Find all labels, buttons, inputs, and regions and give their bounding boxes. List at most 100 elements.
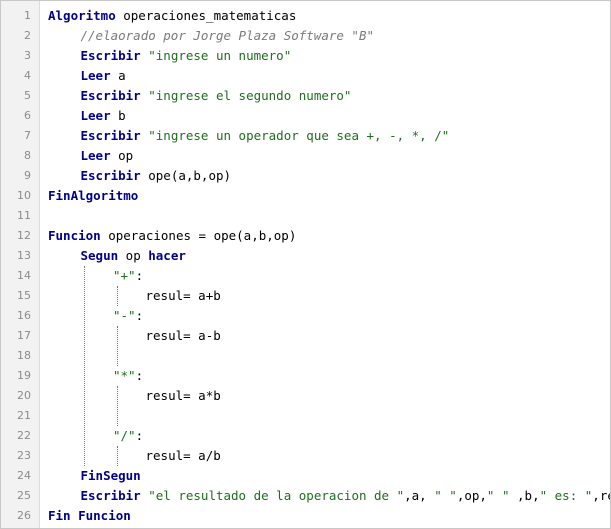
string-token: "-" bbox=[113, 308, 136, 323]
keyword-token: Fin Funcion bbox=[48, 508, 131, 523]
code-line[interactable]: 25 Escribir "el resultado de la operacion… bbox=[1, 486, 610, 506]
line-number: 9 bbox=[24, 169, 31, 182]
line-number: 24 bbox=[17, 469, 31, 482]
code-token: : bbox=[135, 368, 144, 383]
keyword-token: FinAlgoritmo bbox=[48, 188, 139, 203]
code-token: ,resul bbox=[592, 488, 610, 503]
code-line[interactable]: 8 Leer op bbox=[1, 146, 610, 166]
line-number: 4 bbox=[24, 69, 31, 82]
line-number: 5 bbox=[24, 89, 31, 102]
code-editor[interactable]: 1 Algoritmo operaciones_matematicas 2 //ela… bbox=[0, 0, 611, 529]
keyword-token: Escribir bbox=[80, 48, 141, 63]
code-text[interactable]: resul= a/b bbox=[146, 446, 221, 466]
code-text[interactable]: Funcion operaciones = ope(a,b,op) bbox=[48, 226, 296, 246]
code-line[interactable]: 12 Funcion operaciones = ope(a,b,op) bbox=[1, 226, 610, 246]
string-token: "/" bbox=[113, 428, 136, 443]
code-text[interactable]: Escribir "el resultado de la operacion d… bbox=[81, 486, 611, 506]
line-number: 12 bbox=[17, 229, 31, 242]
line-number: 22 bbox=[17, 429, 31, 442]
code-text[interactable]: Leer op bbox=[81, 146, 134, 166]
string-token: "*" bbox=[113, 368, 136, 383]
string-token: "el resultado de la operacion de " bbox=[148, 488, 405, 503]
code-text[interactable]: resul= a+b bbox=[146, 286, 221, 306]
code-text[interactable]: Leer a bbox=[81, 66, 126, 86]
code-text[interactable]: Escribir "ingrese un numero" bbox=[81, 46, 292, 66]
code-text[interactable]: Escribir "ingrese el segundo numero" bbox=[81, 86, 352, 106]
line-number: 14 bbox=[17, 269, 31, 282]
code-text[interactable]: FinSegun bbox=[81, 466, 141, 486]
code-text[interactable]: Algoritmo operaciones_matematicas bbox=[48, 6, 296, 26]
code-token: op bbox=[110, 148, 134, 163]
line-number: 10 bbox=[17, 189, 31, 202]
code-line[interactable]: 13 Segun op hacer bbox=[1, 246, 610, 266]
string-token: "ingrese un numero" bbox=[148, 48, 292, 63]
line-number: 17 bbox=[17, 329, 31, 342]
keyword-token: Algoritmo bbox=[48, 8, 116, 23]
code-text[interactable]: "-": bbox=[113, 306, 143, 326]
code-line[interactable]: 21 bbox=[1, 406, 610, 426]
code-line[interactable]: 16 "-": bbox=[1, 306, 610, 326]
code-text[interactable]: Segun op hacer bbox=[81, 246, 186, 266]
keyword-token: Escribir bbox=[80, 128, 141, 143]
code-text[interactable]: Escribir ope(a,b,op) bbox=[81, 166, 232, 186]
string-token: " es: " bbox=[539, 488, 593, 503]
code-line[interactable]: 5 Escribir "ingrese el segundo numero" bbox=[1, 86, 610, 106]
code-text[interactable]: Escribir "ingrese un operador que sea +,… bbox=[81, 126, 450, 146]
code-line[interactable]: 9 Escribir ope(a,b,op) bbox=[1, 166, 610, 186]
comment-token: //elaorado por Jorge Plaza Software "B" bbox=[80, 28, 375, 43]
code-text[interactable]: "*": bbox=[113, 366, 143, 386]
code-text[interactable]: "/": bbox=[113, 426, 143, 446]
code-line[interactable]: 10 FinAlgoritmo bbox=[1, 186, 610, 206]
code-text[interactable]: "+": bbox=[113, 266, 143, 286]
code-token: b bbox=[110, 108, 126, 123]
code-lines[interactable]: 1 Algoritmo operaciones_matematicas 2 //ela… bbox=[1, 6, 610, 526]
keyword-token: hacer bbox=[148, 248, 186, 263]
code-line[interactable]: 2 //elaorado por Jorge Plaza Software "B" bbox=[1, 26, 610, 46]
code-text[interactable]: //elaorado por Jorge Plaza Software "B" bbox=[81, 26, 375, 46]
line-number: 25 bbox=[17, 489, 31, 502]
code-line[interactable]: 1 Algoritmo operaciones_matematicas bbox=[1, 6, 610, 26]
code-line[interactable]: 18 bbox=[1, 346, 610, 366]
code-token: ope(a,b,op) bbox=[140, 168, 232, 183]
line-number: 19 bbox=[17, 369, 31, 382]
code-line[interactable]: 11 bbox=[1, 206, 610, 226]
code-text[interactable]: Fin Funcion bbox=[48, 506, 131, 526]
code-line[interactable]: 6 Leer b bbox=[1, 106, 610, 126]
code-line[interactable]: 24 FinSegun bbox=[1, 466, 610, 486]
code-text[interactable]: FinAlgoritmo bbox=[48, 186, 138, 206]
code-line[interactable]: 22 "/": bbox=[1, 426, 610, 446]
line-number: 26 bbox=[17, 509, 31, 522]
code-token: resul= a-b bbox=[145, 328, 221, 343]
line-number: 15 bbox=[17, 289, 31, 302]
code-token: : bbox=[135, 428, 144, 443]
line-number: 23 bbox=[17, 449, 31, 462]
code-line[interactable]: 26 Fin Funcion bbox=[1, 506, 610, 526]
keyword-token: FinSegun bbox=[80, 468, 141, 483]
line-number: 18 bbox=[17, 349, 31, 362]
code-token: ,a, bbox=[404, 488, 435, 503]
code-line[interactable]: 19 "*": bbox=[1, 366, 610, 386]
indent-guide-case-minus bbox=[117, 326, 118, 366]
code-line[interactable]: 20 resul= a*b bbox=[1, 386, 610, 406]
code-line[interactable]: 17 resul= a-b bbox=[1, 326, 610, 346]
indent-guide-case-plus bbox=[117, 286, 118, 306]
code-line[interactable]: 23 resul= a/b bbox=[1, 446, 610, 466]
string-token: " " bbox=[486, 488, 510, 503]
code-token: ,b, bbox=[509, 488, 540, 503]
code-text[interactable]: Leer b bbox=[81, 106, 126, 126]
line-number: 8 bbox=[24, 149, 31, 162]
keyword-token: Leer bbox=[80, 148, 111, 163]
code-token: operaciones = ope(a,b,op) bbox=[100, 228, 297, 243]
code-line[interactable]: 15 resul= a+b bbox=[1, 286, 610, 306]
code-token: resul= a+b bbox=[145, 288, 221, 303]
code-line[interactable]: 14 "+": bbox=[1, 266, 610, 286]
line-number: 6 bbox=[24, 109, 31, 122]
keyword-token: Leer bbox=[80, 68, 111, 83]
code-text[interactable]: resul= a*b bbox=[146, 386, 221, 406]
string-token: "ingrese un operador que sea +, -, *, /" bbox=[148, 128, 450, 143]
code-line[interactable]: 7 Escribir "ingrese un operador que sea +… bbox=[1, 126, 610, 146]
code-line[interactable]: 4 Leer a bbox=[1, 66, 610, 86]
code-text[interactable]: resul= a-b bbox=[146, 326, 221, 346]
code-line[interactable]: 3 Escribir "ingrese un numero" bbox=[1, 46, 610, 66]
indent-guide-segun bbox=[84, 266, 85, 466]
